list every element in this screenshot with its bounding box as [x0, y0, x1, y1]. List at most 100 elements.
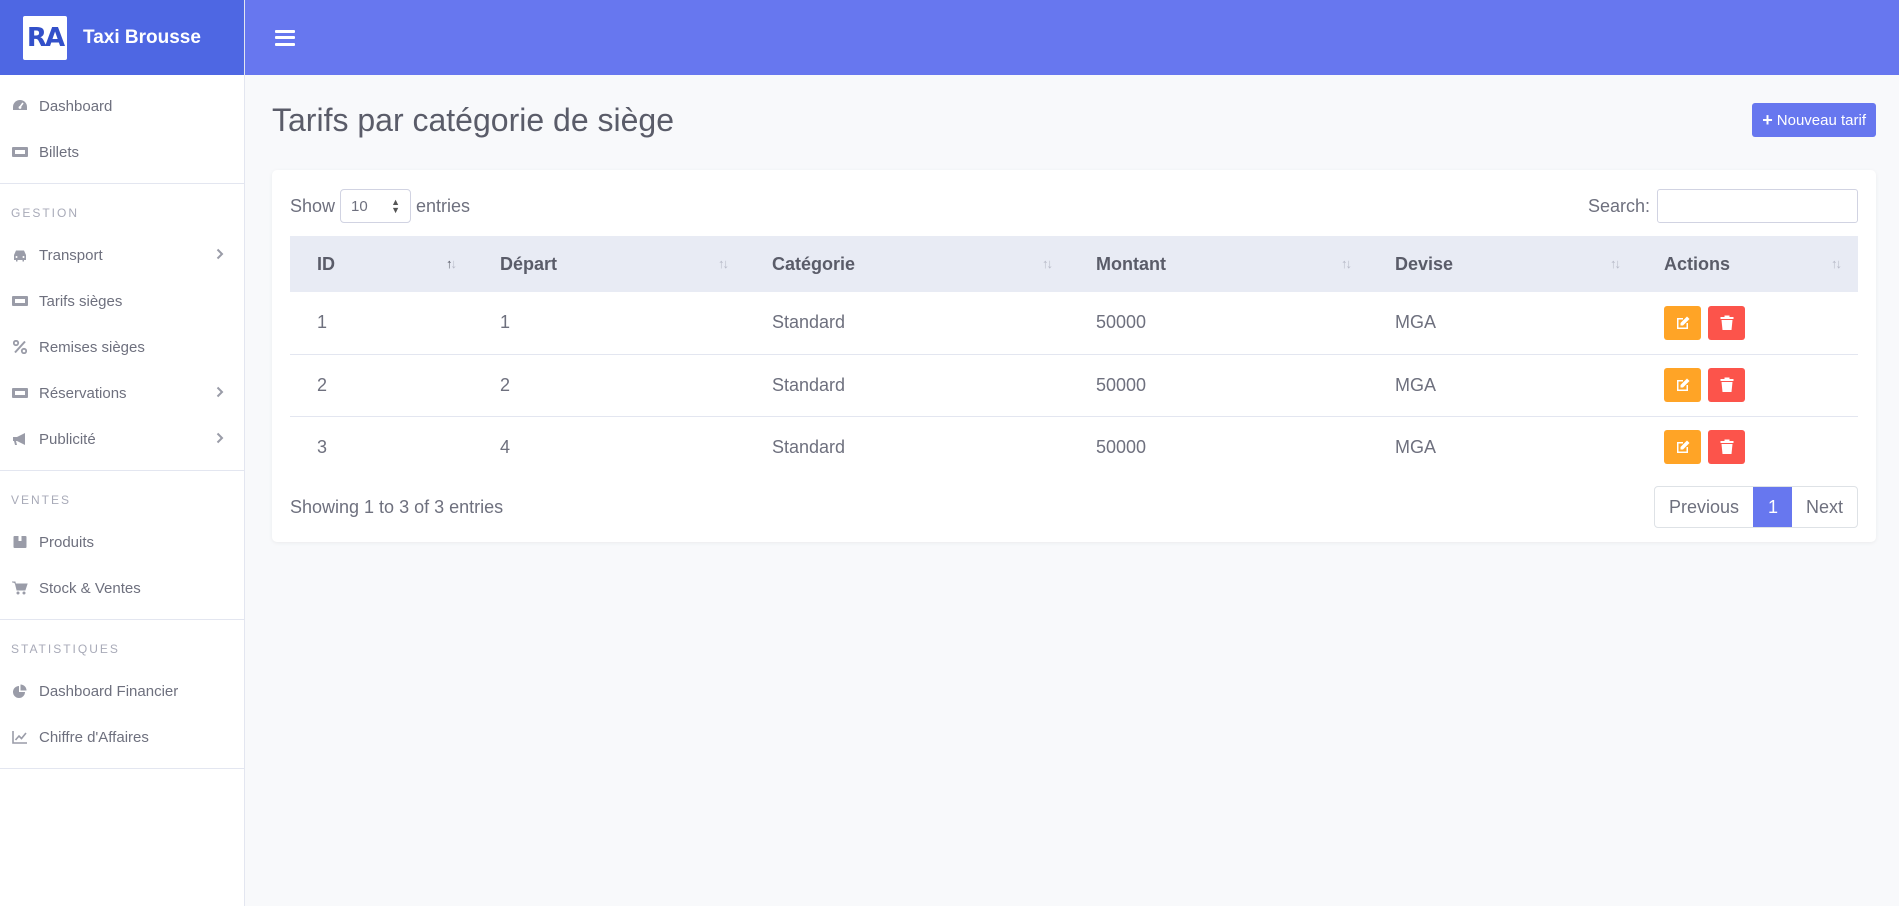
cell-montant: 50000: [1069, 292, 1368, 355]
sidebar-item-chiffre-affaires[interactable]: Chiffre d'Affaires: [0, 714, 244, 760]
cell-id: 1: [290, 292, 473, 355]
entries-select-value: 10: [351, 197, 368, 215]
sidebar-item-dashboard-financier[interactable]: Dashboard Financier: [0, 668, 244, 714]
table-header-row: ID ↑↓ Départ ↑↓ Catégorie ↑↓ Montant ↑↓: [290, 236, 1858, 292]
cell-id: 3: [317, 436, 328, 457]
cart-icon: [12, 580, 28, 596]
sort-icon: ↑↓: [1341, 255, 1352, 271]
delete-button[interactable]: [1708, 430, 1746, 465]
sidebar-item-stock-ventes[interactable]: Stock & Ventes: [0, 565, 244, 611]
sidebar-item-produits[interactable]: Produits: [0, 519, 244, 565]
sort-asc-icon: ↑↓: [446, 255, 457, 271]
nav-section-ventes: Ventes Produits Stock & Ventes: [0, 471, 244, 620]
trash-icon: [1720, 439, 1734, 455]
cell-actions: [1637, 354, 1858, 417]
cell-depart: 1: [473, 292, 745, 355]
menu-toggle-icon[interactable]: [275, 29, 295, 46]
cell-montant: 50000: [1096, 436, 1147, 457]
chevron-right-icon: [216, 247, 224, 263]
table-row: 2 2 Standard 50000 MGA: [290, 354, 1858, 417]
cell-categorie: Standard: [772, 436, 846, 457]
cell-actions: [1637, 416, 1858, 478]
table-row: 3 4 Standard 50000 MGA: [290, 416, 1858, 478]
trash-icon: [1720, 315, 1734, 330]
cell-depart: 2: [473, 354, 745, 417]
entries-label: entries: [416, 195, 471, 216]
sort-icon: ↑↓: [1831, 255, 1842, 271]
sidebar-item-label: Dashboard Financier: [39, 682, 179, 700]
sidebar: RA Taxi Brousse Dashboard Billets Gestio…: [0, 0, 245, 906]
sidebar-item-billets[interactable]: Billets: [0, 129, 244, 175]
new-tarif-button[interactable]: + Nouveau tarif: [1752, 103, 1876, 137]
sidebar-item-publicite[interactable]: Publicité: [0, 416, 244, 462]
main-content: Tarifs par catégorie de siège + Nouveau …: [272, 75, 1876, 542]
edit-icon: [1676, 440, 1689, 454]
sidebar-item-label: Dashboard: [39, 97, 113, 115]
box-icon: [12, 534, 28, 550]
plus-icon: +: [1762, 109, 1773, 130]
delete-button[interactable]: [1708, 305, 1746, 340]
cell-devise: MGA: [1368, 354, 1637, 417]
column-header-montant[interactable]: Montant ↑↓: [1069, 236, 1368, 292]
sort-icon: ↑↓: [1042, 255, 1053, 271]
show-label: Show: [290, 195, 336, 216]
entries-select[interactable]: 10 ▲ ▼: [340, 189, 412, 223]
column-header-id[interactable]: ID ↑↓: [290, 236, 473, 292]
sidebar-item-dashboard[interactable]: Dashboard: [0, 83, 244, 129]
pagination-next[interactable]: Next: [1792, 487, 1857, 527]
cell-depart: 4: [500, 436, 511, 457]
sidebar-item-reservations[interactable]: Réservations: [0, 370, 244, 416]
edit-button[interactable]: [1664, 368, 1701, 402]
ticket-icon: [12, 293, 28, 309]
sidebar-item-remises-sieges[interactable]: Remises sièges: [0, 324, 244, 370]
sidebar-item-label: Réservations: [39, 384, 127, 402]
cell-montant: 50000: [1069, 354, 1368, 417]
table-row: 1 1 Standard 50000 MGA: [290, 292, 1858, 355]
sidebar-item-label: Billets: [39, 143, 80, 161]
nav-heading: Ventes: [11, 493, 72, 507]
megaphone-icon: [12, 431, 28, 447]
table-footer: Showing 1 to 3 of 3 entries Previous 1 N…: [290, 486, 1858, 528]
pagination-page-1[interactable]: 1: [1752, 487, 1792, 527]
chevron-right-icon: [216, 385, 224, 401]
cell-categorie: Standard: [745, 354, 1069, 417]
column-header-depart[interactable]: Départ ↑↓: [473, 236, 745, 292]
brand-logo: RA: [23, 15, 67, 60]
column-header-actions[interactable]: Actions ↑↓: [1637, 236, 1858, 292]
cell-devise: MGA: [1368, 292, 1637, 355]
sidebar-item-tarifs-sieges[interactable]: Tarifs sièges: [0, 278, 244, 324]
pagination-previous[interactable]: Previous: [1655, 487, 1753, 527]
tarifs-table: ID ↑↓ Départ ↑↓ Catégorie ↑↓ Montant ↑↓: [290, 236, 1858, 478]
sort-icon: ↑↓: [718, 255, 729, 271]
search-input[interactable]: [1657, 189, 1858, 223]
column-header-categorie[interactable]: Catégorie ↑↓: [745, 236, 1069, 292]
table-controls: Show 10 ▲ ▼ entries Search:: [290, 188, 1858, 224]
page-title: Tarifs par catégorie de siège: [272, 101, 674, 138]
trash-icon: [1720, 377, 1734, 392]
sidebar-item-label: Transport: [39, 246, 103, 264]
sidebar-item-label: Chiffre d'Affaires: [39, 728, 149, 746]
topbar: [245, 0, 1899, 75]
new-tarif-label: Nouveau tarif: [1776, 111, 1866, 129]
delete-button[interactable]: [1708, 368, 1746, 402]
select-arrows-icon: ▲ ▼: [391, 197, 401, 215]
search-label: Search:: [1587, 195, 1650, 216]
edit-icon: [1676, 378, 1689, 391]
table-search: Search:: [1588, 189, 1858, 223]
sidebar-item-label: Produits: [39, 533, 95, 551]
sidebar-item-transport[interactable]: Transport: [0, 232, 244, 278]
sidebar-item-label: Publicité: [39, 430, 96, 448]
percent-icon: [12, 339, 28, 355]
edit-button[interactable]: [1664, 430, 1701, 465]
pagination: Previous 1 Next: [1653, 486, 1858, 528]
column-header-devise[interactable]: Devise ↑↓: [1368, 236, 1637, 292]
nav-section-statistiques: Statistiques Dashboard Financier Chiffre…: [0, 620, 244, 769]
brand-name: Taxi Brousse: [83, 26, 201, 48]
sidebar-item-label: Tarifs sièges: [39, 292, 123, 310]
nav-section-main: Dashboard Billets: [0, 75, 244, 184]
sort-icon: ↑↓: [1610, 255, 1621, 271]
brand[interactable]: RA Taxi Brousse: [0, 0, 244, 75]
edit-button[interactable]: [1664, 305, 1701, 340]
nav-heading: Statistiques: [11, 642, 120, 656]
entries-length: Show 10 ▲ ▼ entries: [290, 189, 470, 223]
